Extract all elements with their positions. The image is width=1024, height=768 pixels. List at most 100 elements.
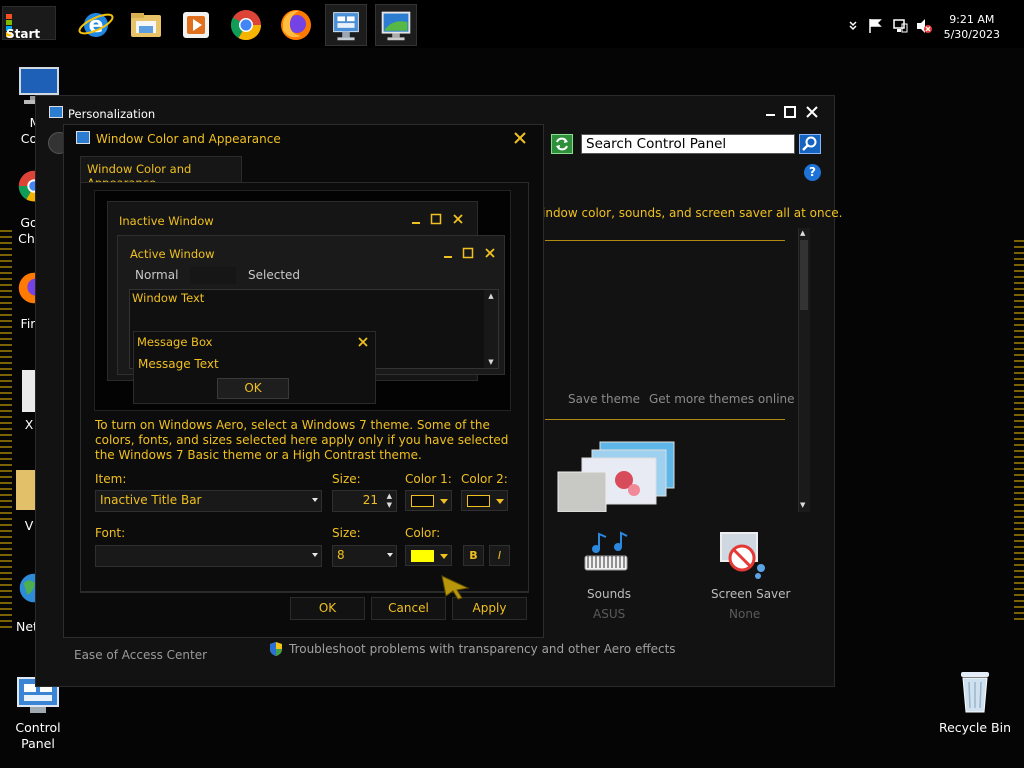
folder-desktop-label: V [24,518,34,533]
personalization-title: Personalization [68,107,156,121]
dialog-icon [76,131,90,144]
volume-muted-icon[interactable] [916,18,932,34]
personalization-intro: indow color, sounds, and screen saver al… [542,206,843,220]
chevron-down-icon [496,499,504,504]
scroll-down-icon[interactable]: ▼ [800,501,805,509]
dialog-close-button[interactable] [514,129,526,149]
font-select[interactable] [95,545,322,567]
italic-button[interactable]: I [489,545,510,566]
preview-ok-button: OK [217,378,289,399]
ease-of-access-link[interactable]: Ease of Access Center [74,648,207,662]
dialog-title: Window Color and Appearance [96,132,281,146]
personalization-icon[interactable] [375,4,417,46]
font-color-picker[interactable] [405,545,452,566]
personalization-minimize-button[interactable] [765,106,777,122]
chevron-down-icon [440,554,448,559]
bold-button[interactable]: B [463,545,484,566]
desktop-wallpaper-stripe-right [1014,240,1024,620]
screen-saver-value: None [729,607,761,621]
personalization-close-button[interactable] [806,106,818,122]
color1-label: Color 1: [405,472,452,486]
preview-msgbox-title: Message Box [137,335,213,349]
font-size-select[interactable]: 8 [332,545,397,567]
screen-saver-icon[interactable] [718,530,768,583]
folder-desktop-icon[interactable] [16,470,36,510]
item-size-value: 21 [362,493,378,507]
sounds-value: ASUS [593,607,626,621]
shield-icon [269,641,283,660]
preview-scrollbar: ▲ ▼ [484,290,498,368]
cancel-button[interactable]: Cancel [371,597,446,620]
item-select-value: Inactive Title Bar [100,493,202,507]
color2-label: Color 2: [461,472,508,486]
active-minimize-icon [442,247,454,262]
divider [545,419,785,420]
chevron-down-icon [312,553,318,557]
start-button[interactable]: Start [2,6,56,41]
ok-button[interactable]: OK [290,597,365,620]
preview-msgbox-text: Message Text [138,357,219,371]
inactive-maximize-icon [430,213,442,228]
more-themes-link[interactable]: Get more themes online [649,392,795,406]
sounds-label[interactable]: Sounds [587,587,631,601]
desktop-wallpaper-stripe-left [0,230,12,630]
troubleshoot-link[interactable]: Troubleshoot problems with transparency … [289,642,676,656]
preview-menu-selected: Selected [248,268,301,282]
inactive-minimize-icon [410,213,422,228]
scroll-up-icon[interactable]: ▲ [800,229,805,237]
mouse-cursor-icon [440,574,470,603]
personalization-scroll-thumb[interactable] [800,240,808,310]
search-icon[interactable] [799,134,821,154]
personalization-maximize-button[interactable] [784,106,796,122]
divider [545,240,785,241]
control-panel-icon[interactable] [325,4,367,46]
item-label: Item: [95,472,127,486]
clock-time: 9:21 AM [949,13,995,26]
taskbar: Start e 9:21 AM 5/30/2023 [0,0,1024,48]
start-label: Start [6,27,41,41]
font-size-value: 8 [337,548,345,562]
msgbox-close-icon [357,336,369,351]
item-select[interactable]: Inactive Title Bar [95,490,322,512]
chevron-down-icon [440,499,448,504]
color1-picker[interactable] [405,490,452,511]
personalization-window-icon [49,106,63,118]
windows-logo-icon [6,14,19,37]
file-desktop-label: X [24,417,34,432]
preview-inactive-title: Inactive Window [119,214,214,228]
font-color-swatch [411,550,434,562]
refresh-icon[interactable] [551,134,573,154]
recycle-bin-label: Recycle Bin [938,720,1012,735]
clock-date: 5/30/2023 [943,28,1000,41]
chrome-icon[interactable] [225,4,267,46]
network-icon[interactable] [892,18,908,34]
file-explorer-icon[interactable] [125,4,167,46]
sounds-icon[interactable] [582,530,632,581]
file-desktop-icon[interactable] [22,370,36,412]
color2-picker[interactable] [461,490,508,511]
chevron-down-icon [312,498,318,502]
inactive-close-icon [452,213,464,228]
action-center-flag-icon[interactable] [868,18,882,34]
preview-menu-normal: Normal [135,268,179,282]
tab-window-color-appearance[interactable]: Window Color and Appearance [80,156,242,190]
taskbar-clock[interactable]: 9:21 AM 5/30/2023 [944,12,1000,42]
theme-thumbnail[interactable] [556,440,680,515]
screen-saver-label[interactable]: Screen Saver [711,587,790,601]
item-size-label: Size: [332,472,361,486]
chevron-down-icon [387,553,393,557]
control-panel-desktop-label: Control Panel [15,720,61,751]
help-icon[interactable]: ? [804,164,821,181]
font-size-label: Size: [332,526,361,540]
show-hidden-icons-chevron-icon[interactable] [848,18,858,34]
media-player-icon[interactable] [175,4,217,46]
search-control-panel-input[interactable]: Search Control Panel [581,134,795,154]
font-color-label: Color: [405,526,441,540]
internet-explorer-icon[interactable]: e [75,4,117,46]
item-size-spinner[interactable]: 21 ▲ ▼ [332,490,397,512]
preview-active-title: Active Window [130,247,215,261]
font-label: Font: [95,526,126,540]
recycle-bin-icon[interactable] [955,668,995,719]
save-theme-link[interactable]: Save theme [568,392,640,406]
firefox-icon[interactable] [275,4,317,46]
